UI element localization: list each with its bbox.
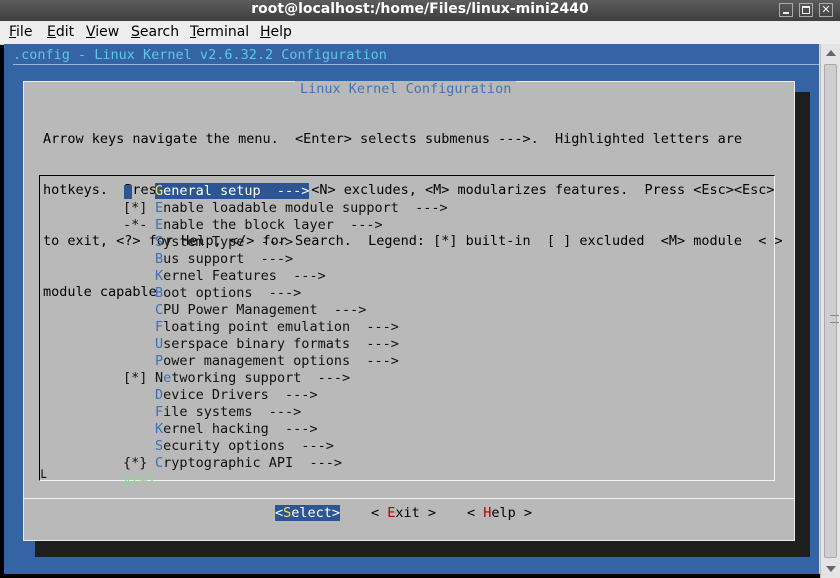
item-label: Kernel hacking ---> bbox=[155, 421, 318, 437]
item-hotkey: D bbox=[155, 387, 164, 403]
item-label-text: ile systems ---> bbox=[163, 404, 302, 420]
item-label: Security options ---> bbox=[155, 438, 334, 454]
item-label-text: ryptographic API ---> bbox=[163, 455, 342, 471]
item-label-text: eneral setup ---> bbox=[163, 183, 310, 199]
scrollbar-thumb[interactable] bbox=[824, 64, 839, 558]
more-indicator: v(+) bbox=[123, 472, 156, 488]
item-label-text: ernel Features ---> bbox=[163, 268, 326, 284]
item-label: Userspace binary formats ---> bbox=[155, 336, 399, 352]
item-hotkey: U bbox=[155, 336, 164, 352]
box-corner: └ bbox=[38, 470, 47, 486]
item-label-text: ystem Type ---> bbox=[163, 234, 294, 250]
item-label-text: loating point emulation ---> bbox=[163, 319, 399, 335]
item-label-text: N bbox=[155, 370, 164, 386]
item-hotkey: B bbox=[155, 251, 164, 267]
item-hotkey: B bbox=[155, 285, 164, 301]
item-hotkey: C bbox=[155, 455, 164, 471]
window-title: root@localhost:/home/Files/linux-mini244… bbox=[251, 1, 589, 17]
dialog-title: Linux Kernel Configuration bbox=[295, 81, 517, 97]
item-label-text: ower management options ---> bbox=[163, 353, 399, 369]
item-hotkey: E bbox=[155, 217, 164, 233]
item-hotkey: P bbox=[155, 353, 164, 369]
item-label-text: ernel hacking ---> bbox=[163, 421, 318, 437]
menu-search[interactable]: Search bbox=[131, 24, 179, 40]
scroll-up-icon[interactable] bbox=[826, 50, 836, 56]
grip-icon bbox=[830, 315, 839, 323]
item-label-text: PU Power Management ---> bbox=[163, 302, 367, 318]
menubar: File Edit View Search Terminal Help bbox=[0, 21, 840, 45]
item-label: File systems ---> bbox=[155, 404, 301, 420]
menu-terminal[interactable]: Terminal bbox=[190, 24, 249, 40]
header-divider bbox=[13, 64, 819, 65]
item-label: CPU Power Management ---> bbox=[155, 302, 366, 318]
item-label-text: oot options ---> bbox=[163, 285, 302, 301]
menu-edit[interactable]: Edit bbox=[47, 24, 74, 40]
menu-file[interactable]: File bbox=[9, 24, 32, 40]
item-label: General setup ---> bbox=[155, 183, 310, 199]
scroll-down-icon[interactable] bbox=[826, 566, 836, 572]
button-divider bbox=[23, 498, 795, 499]
help-button[interactable]: < Help > bbox=[467, 505, 532, 521]
item-hotkey: E bbox=[155, 200, 164, 216]
item-hotkey: S bbox=[155, 438, 164, 454]
menu-list-box bbox=[39, 175, 775, 481]
window-titlebar: root@localhost:/home/Files/linux-mini244… bbox=[0, 0, 840, 574]
item-label: Floating point emulation ---> bbox=[155, 319, 399, 335]
item-label: Kernel Features ---> bbox=[155, 268, 326, 284]
item-label-text: nable loadable module support ---> bbox=[163, 200, 448, 216]
item-label: Enable the block layer ---> bbox=[155, 217, 383, 233]
item-state: -*- bbox=[123, 217, 148, 233]
item-label: Bus support ---> bbox=[155, 251, 293, 267]
config-header: .config - Linux Kernel v2.6.32.2 Configu… bbox=[13, 47, 387, 63]
select-button[interactable]: <Select> bbox=[275, 505, 341, 521]
item-label: Device Drivers ---> bbox=[155, 387, 318, 403]
item-hotkey: F bbox=[155, 404, 164, 420]
exit-button[interactable]: < Exit > bbox=[371, 505, 436, 521]
item-hotkey: K bbox=[155, 268, 164, 284]
item-label-text: ecurity options ---> bbox=[163, 438, 334, 454]
item-label: Boot options ---> bbox=[155, 285, 301, 301]
item-label: System Type ---> bbox=[155, 234, 293, 250]
item-state: [*] bbox=[123, 200, 148, 216]
item-label-text: evice Drivers ---> bbox=[163, 387, 318, 403]
help-line: Arrow keys navigate the menu. <Enter> se… bbox=[43, 131, 742, 147]
item-label: Power management options ---> bbox=[155, 353, 399, 369]
menu-view[interactable]: View bbox=[86, 24, 119, 40]
item-state: [*] bbox=[123, 370, 148, 386]
item-hotkey: K bbox=[155, 421, 164, 437]
item-hotkey: F bbox=[155, 319, 164, 335]
maximize-icon[interactable] bbox=[799, 3, 813, 17]
item-label-text: us support ---> bbox=[163, 251, 294, 267]
item-hotkey: S bbox=[155, 234, 164, 250]
item-label-text: serspace binary formats ---> bbox=[163, 336, 399, 352]
item-label: Cryptographic API ---> bbox=[155, 455, 342, 471]
minimize-icon[interactable] bbox=[779, 3, 793, 17]
item-state: {*} bbox=[123, 455, 148, 471]
selection-cursor bbox=[124, 185, 132, 199]
item-label-text: tworking support ---> bbox=[171, 370, 351, 386]
item-hotkey: G bbox=[155, 183, 164, 199]
close-icon[interactable]: ✕ bbox=[819, 3, 833, 17]
item-hotkey: C bbox=[155, 302, 164, 318]
item-label-text: nable the block layer ---> bbox=[163, 217, 383, 233]
terminal-scrollbar[interactable] bbox=[820, 44, 840, 578]
item-label: Networking support ---> bbox=[155, 370, 350, 386]
item-label: Enable loadable module support ---> bbox=[155, 200, 448, 216]
menu-help[interactable]: Help bbox=[260, 24, 292, 40]
